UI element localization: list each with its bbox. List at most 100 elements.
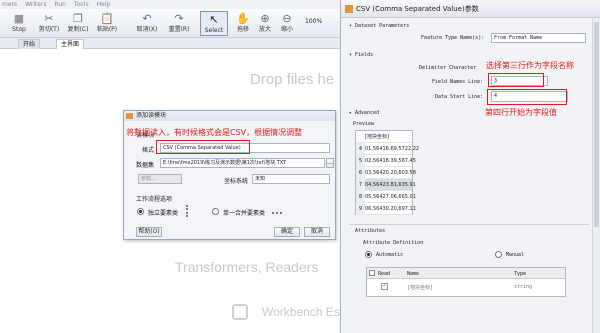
data-start-highlight-box — [487, 89, 567, 105]
zoom-level[interactable]: 100% — [305, 18, 322, 25]
row-number: 5 — [356, 155, 365, 167]
row-number: 7 — [356, 179, 365, 191]
row-number: 4 — [356, 143, 365, 155]
menu-item-writers[interactable]: Writers — [25, 1, 46, 8]
table-row[interactable]: 4 01,56416.69,5722.22 — [356, 143, 419, 155]
menu-item-help[interactable]: Help — [97, 1, 111, 8]
browse-button[interactable]: … — [326, 158, 334, 168]
select-button[interactable]: ↖ Select — [200, 11, 228, 36]
row-number: 9 — [356, 203, 365, 215]
fme-logo-icon — [345, 5, 353, 13]
preview-header: [地块坐标] — [356, 131, 412, 143]
paste-icon: 📋 — [100, 12, 114, 25]
advanced-header[interactable]: ▸ Advanced — [349, 110, 379, 116]
table-row[interactable]: 6 03,56420.20,603.58 — [356, 167, 416, 179]
dialog-annotation: 将数据读入，有时候格式会是CSV，根据情况调整 — [126, 128, 303, 137]
csv-parameters-window: CSV (Comma Separated Value)参数 ▾ Dataset … — [340, 0, 600, 333]
paste-button[interactable]: 📋 粘贴(P) — [94, 11, 120, 36]
cursor-icon: ↖ — [209, 13, 219, 26]
table-row[interactable]: 9 06,56430.20,697.11 — [356, 203, 416, 215]
scissors-icon: ✂ — [44, 12, 54, 25]
field-names-annotation: 选择第三行作为字段名称 — [486, 61, 574, 70]
table-row[interactable]: 8 05,56427.06,665.01 — [356, 191, 416, 203]
col-read: Read — [378, 271, 391, 277]
cancel-button[interactable]: 取消 — [304, 227, 330, 237]
feature-type-select[interactable]: From Format Name — [491, 33, 586, 43]
toolbar: ■ Stop ✂ 剪切(T) ❐ 复制(C) 📋 粘贴(P) ↶ 取消(X) ↷… — [0, 9, 340, 38]
dataset-params-header[interactable]: ▾ Dataset Parameters — [349, 23, 409, 29]
manual-label: Manual — [506, 252, 525, 258]
ok-button[interactable]: 确定 — [274, 227, 300, 237]
table-row[interactable]: 7 04,56423.81,635.91 — [356, 179, 416, 191]
preview-table[interactable]: [地块坐标] 4 01,56416.69,5722.22 5 02,56418.39… — [355, 130, 419, 215]
workflow-options-label: 工作流程选项 — [136, 196, 173, 203]
row-value: 04,56423.81,635.91 — [365, 182, 416, 188]
merged-layout-icon — [272, 208, 282, 214]
dialog-title: 添加读模块 — [136, 112, 167, 119]
help-button[interactable]: 帮助(O) — [136, 227, 162, 237]
data-start-annotation: 第四行开始为字段值 — [485, 108, 557, 117]
col-name: Name — [407, 271, 420, 277]
menu-item-tools[interactable]: Tools — [74, 1, 89, 8]
tab-main[interactable]: 主界面 — [56, 39, 85, 49]
section-divider — [349, 224, 589, 225]
redo-label: 重置(R) — [168, 26, 190, 33]
tab-bar: 开始 主界面 — [0, 38, 340, 49]
param-scrollbar[interactable] — [592, 18, 600, 333]
dataset-input[interactable]: E:\fme\fme2019\练习及演示数据\第1次\txt\地块.TXT — [160, 158, 325, 168]
manual-radio[interactable] — [495, 251, 502, 258]
feature-type-label: Feature Type Name(s): — [421, 35, 485, 41]
zoom-out-label: 缩小 — [280, 26, 293, 33]
param-title-bar: CSV (Comma Separated Value)参数 — [341, 0, 600, 18]
row-value: 03,56420.20,603.58 — [365, 170, 416, 176]
workbench-icon — [232, 304, 248, 320]
advanced-label: Advanced — [355, 110, 380, 116]
undo-button[interactable]: ↶ 取消(X) — [134, 11, 160, 36]
attribute-name-cell: [地块坐标] — [407, 285, 434, 291]
undo-icon: ↶ — [142, 12, 152, 25]
row-value: 01,56416.69,5722.22 — [365, 146, 420, 152]
attribute-table[interactable]: Read Name Type ✓ [地块坐标] string — [366, 267, 566, 297]
select-label: Select — [204, 27, 224, 34]
data-start-line-label: Data Start Line: — [435, 94, 484, 100]
row-number: 6 — [356, 167, 365, 179]
read-checkbox[interactable]: ✓ — [381, 283, 388, 290]
row-value: 06,56430.20,697.11 — [365, 206, 416, 212]
workbench-essentials-hint: Workbench Ess — [262, 305, 346, 319]
drop-files-hint: Drop files he — [250, 71, 335, 88]
dialog-title-bar: 添加读模块 — [124, 111, 335, 121]
zoom-out-button[interactable]: ⊖ 缩小 — [274, 11, 300, 36]
redo-button[interactable]: ↷ 重置(R) — [166, 11, 192, 36]
menu-item-run[interactable]: Run — [54, 1, 66, 8]
params-button[interactable]: 参数... — [138, 174, 182, 184]
cut-label: 剪切(T) — [38, 26, 60, 33]
format-label: 格式 — [142, 147, 155, 154]
redo-icon: ↷ — [174, 12, 184, 25]
coord-system-label: 坐标系统 — [224, 178, 249, 185]
stop-button[interactable]: ■ Stop — [6, 11, 32, 36]
dataset-params-label: Dataset Parameters — [355, 23, 410, 29]
param-title: CSV (Comma Separated Value)参数 — [356, 5, 479, 13]
scrollbar-thumb[interactable] — [594, 22, 599, 227]
menu-item[interactable]: mers — [2, 1, 17, 8]
dataset-label: 数据集 — [136, 162, 155, 169]
tab-start[interactable]: 开始 — [18, 39, 41, 49]
preview-header-cell: [地块坐标] — [365, 134, 389, 140]
undo-label: 取消(X) — [136, 26, 158, 33]
coord-system-select[interactable]: 未知 — [252, 174, 330, 184]
stop-label: Stop — [12, 26, 26, 33]
table-row[interactable]: 5 02,56418.39,587.45 — [356, 155, 416, 167]
fields-header[interactable]: ▾ Fields — [349, 52, 373, 58]
read-all-checkbox[interactable] — [369, 270, 375, 276]
cut-button[interactable]: ✂ 剪切(T) — [36, 11, 62, 36]
independent-feature-radio[interactable] — [137, 208, 144, 215]
copy-button[interactable]: ❐ 复制(C) — [65, 11, 91, 36]
automatic-radio[interactable] — [365, 251, 372, 258]
automatic-label: Automatic — [376, 252, 404, 258]
single-merged-radio[interactable] — [212, 208, 219, 215]
row-number: 8 — [356, 191, 365, 203]
fme-logo-icon — [126, 113, 133, 119]
fields-label: Fields — [355, 52, 374, 58]
format-highlight-box — [156, 140, 250, 154]
menu-bar: mers Writers Run Tools Help — [0, 0, 340, 9]
